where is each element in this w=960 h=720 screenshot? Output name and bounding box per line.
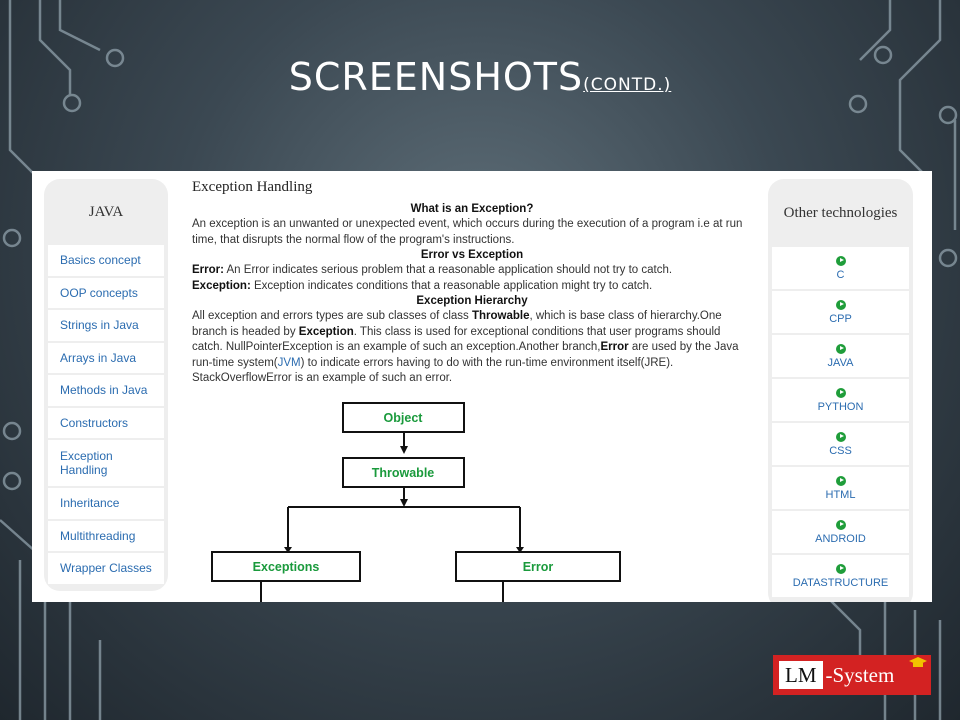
tech-label: HTML: [825, 488, 856, 501]
tech-label: CPP: [829, 312, 852, 325]
logo-lm: LM: [779, 661, 823, 689]
graduation-cap-icon: [909, 657, 927, 667]
logo-system: -System: [825, 662, 895, 687]
play-icon: [835, 519, 846, 530]
tech-label: ANDROID: [815, 532, 866, 545]
tech-item-datastructure[interactable]: DATASTRUCTURE: [772, 555, 909, 597]
node-exceptions: Exceptions: [253, 560, 320, 574]
slide-title-sub: (CONTD.): [583, 75, 672, 95]
webpage-screenshot: JAVA Basics concept OOP concepts Strings…: [32, 171, 932, 602]
tech-item-android[interactable]: ANDROID: [772, 511, 909, 553]
node-throwable: Throwable: [372, 466, 435, 480]
tech-item-cpp[interactable]: CPP: [772, 291, 909, 333]
other-technologies-sidebar: Other technologies C CPP JAVA PYTHON CSS…: [768, 179, 913, 602]
tech-item-python[interactable]: PYTHON: [772, 379, 909, 421]
play-icon: [835, 343, 846, 354]
lm-system-logo: LM -System: [773, 655, 931, 695]
play-icon: [835, 387, 846, 398]
play-icon: [835, 299, 846, 310]
exception-hierarchy-diagram: Object Throwable Exceptions Error: [211, 402, 621, 602]
tech-item-java[interactable]: JAVA: [772, 335, 909, 377]
play-icon: [835, 255, 846, 266]
tech-item-c[interactable]: C: [772, 247, 909, 289]
slide-title-main: SCREENSHOTS: [288, 55, 584, 99]
slide-title: SCREENSHOTS(CONTD.): [0, 55, 960, 99]
tech-label: DATASTRUCTURE: [792, 576, 889, 589]
node-object: Object: [384, 411, 424, 425]
play-icon: [835, 475, 846, 486]
tech-label: PYTHON: [817, 400, 864, 413]
tech-item-css[interactable]: CSS: [772, 423, 909, 465]
other-technologies-header: Other technologies: [783, 204, 898, 221]
tech-label: JAVA: [827, 356, 854, 369]
play-icon: [835, 431, 846, 442]
tech-item-html[interactable]: HTML: [772, 467, 909, 509]
tech-label: C: [836, 268, 845, 281]
tech-label: CSS: [829, 444, 852, 457]
node-error: Error: [523, 560, 554, 574]
play-icon: [835, 563, 846, 574]
